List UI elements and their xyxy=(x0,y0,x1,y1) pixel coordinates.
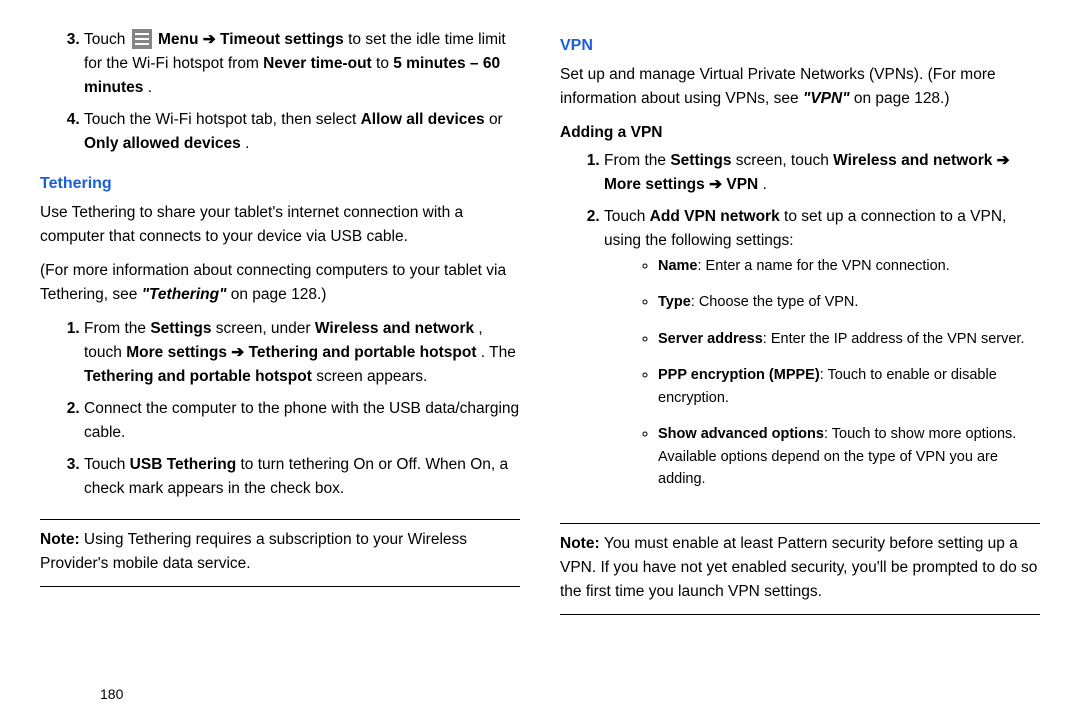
list-item: Name: Enter a name for the VPN connectio… xyxy=(658,255,1040,285)
divider xyxy=(560,614,1040,615)
note-label: Note: xyxy=(560,535,604,552)
desc: : Enter the IP address of the VPN server… xyxy=(763,331,1025,347)
text: Tethering and portable hotspot xyxy=(84,368,312,385)
vpn-settings-list: Name: Enter a name for the VPN connectio… xyxy=(604,255,1040,499)
desc: : Enter a name for the VPN connection. xyxy=(698,258,950,274)
text: More settings ➔ Tethering and portable h… xyxy=(126,344,476,361)
step-4: Touch the Wi-Fi hotspot tab, then select… xyxy=(84,108,520,164)
vpn-note: Note: You must enable at least Pattern s… xyxy=(560,532,1040,604)
text: Touch the Wi-Fi hotspot tab, then select xyxy=(84,111,361,128)
text: From the xyxy=(84,320,150,337)
tethering-crossref: (For more information about connecting c… xyxy=(40,259,520,307)
left-column: Touch Menu ➔ Timeout settings to set the… xyxy=(40,28,540,700)
vpn-step-2: Touch Add VPN network to set up a connec… xyxy=(604,205,1040,513)
text: on page 128.) xyxy=(854,90,950,107)
tethering-intro: Use Tethering to share your tablet's int… xyxy=(40,201,520,249)
menu-icon xyxy=(132,29,152,49)
text: Settings xyxy=(150,320,211,337)
vpn-heading: VPN xyxy=(560,34,1040,59)
tethering-note: Note: Using Tethering requires a subscri… xyxy=(40,528,520,576)
text: on page 128.) xyxy=(231,286,327,303)
text: to xyxy=(376,55,393,72)
vpn-intro: Set up and manage Virtual Private Networ… xyxy=(560,63,1040,111)
text: Wireless and network xyxy=(315,320,474,337)
label: Type xyxy=(658,294,691,310)
text: From the xyxy=(604,152,670,169)
label: PPP encryption (MPPE) xyxy=(658,367,820,383)
divider xyxy=(560,523,1040,524)
vpn-steps: From the Settings screen, touch Wireless… xyxy=(560,149,1040,513)
manual-page: Touch Menu ➔ Timeout settings to set the… xyxy=(0,0,1080,720)
text: screen appears. xyxy=(316,368,427,385)
note-text: Using Tethering requires a subscription … xyxy=(40,531,467,572)
label: Name xyxy=(658,258,698,274)
text: Touch xyxy=(604,208,650,225)
desc: : Choose the type of VPN. xyxy=(691,294,859,310)
tethering-step-2: Connect the computer to the phone with t… xyxy=(84,397,520,453)
list-item: Server address: Enter the IP address of … xyxy=(658,328,1040,358)
note-text: You must enable at least Pattern securit… xyxy=(560,535,1037,600)
step-3: Touch Menu ➔ Timeout settings to set the… xyxy=(84,28,520,108)
label: Show advanced options xyxy=(658,426,824,442)
text: or xyxy=(489,111,503,128)
text: Touch xyxy=(84,456,130,473)
text: . xyxy=(245,135,249,152)
page-number: 180 xyxy=(100,686,123,702)
text: Settings xyxy=(670,152,731,169)
text: Only allowed devices xyxy=(84,135,241,152)
text: screen, under xyxy=(216,320,315,337)
tethering-step-3: Touch USB Tethering to turn tethering On… xyxy=(84,453,520,509)
tethering-steps: From the Settings screen, under Wireless… xyxy=(40,317,520,509)
divider xyxy=(40,519,520,520)
vpn-step-1: From the Settings screen, touch Wireless… xyxy=(604,149,1040,205)
hotspot-steps-cont: Touch Menu ➔ Timeout settings to set the… xyxy=(40,28,520,164)
list-item: Show advanced options: Touch to show mor… xyxy=(658,423,1040,498)
tethering-heading: Tethering xyxy=(40,172,520,197)
text: Allow all devices xyxy=(361,111,485,128)
text: Touch xyxy=(84,31,130,48)
text: Menu ➔ Timeout settings xyxy=(158,31,344,48)
text: . xyxy=(148,79,152,96)
xref: "Tethering" xyxy=(142,286,227,303)
text: Add VPN network xyxy=(650,208,780,225)
text: . The xyxy=(481,344,516,361)
text: screen, touch xyxy=(736,152,833,169)
text: USB Tethering xyxy=(130,456,237,473)
label: Server address xyxy=(658,331,763,347)
tethering-step-1: From the Settings screen, under Wireless… xyxy=(84,317,520,397)
divider xyxy=(40,586,520,587)
text: Never time-out xyxy=(263,55,372,72)
list-item: PPP encryption (MPPE): Touch to enable o… xyxy=(658,364,1040,417)
note-label: Note: xyxy=(40,531,84,548)
list-item: Type: Choose the type of VPN. xyxy=(658,291,1040,321)
text: . xyxy=(763,176,767,193)
xref: "VPN" xyxy=(803,90,850,107)
adding-vpn-heading: Adding a VPN xyxy=(560,121,1040,145)
right-column: VPN Set up and manage Virtual Private Ne… xyxy=(540,28,1040,700)
